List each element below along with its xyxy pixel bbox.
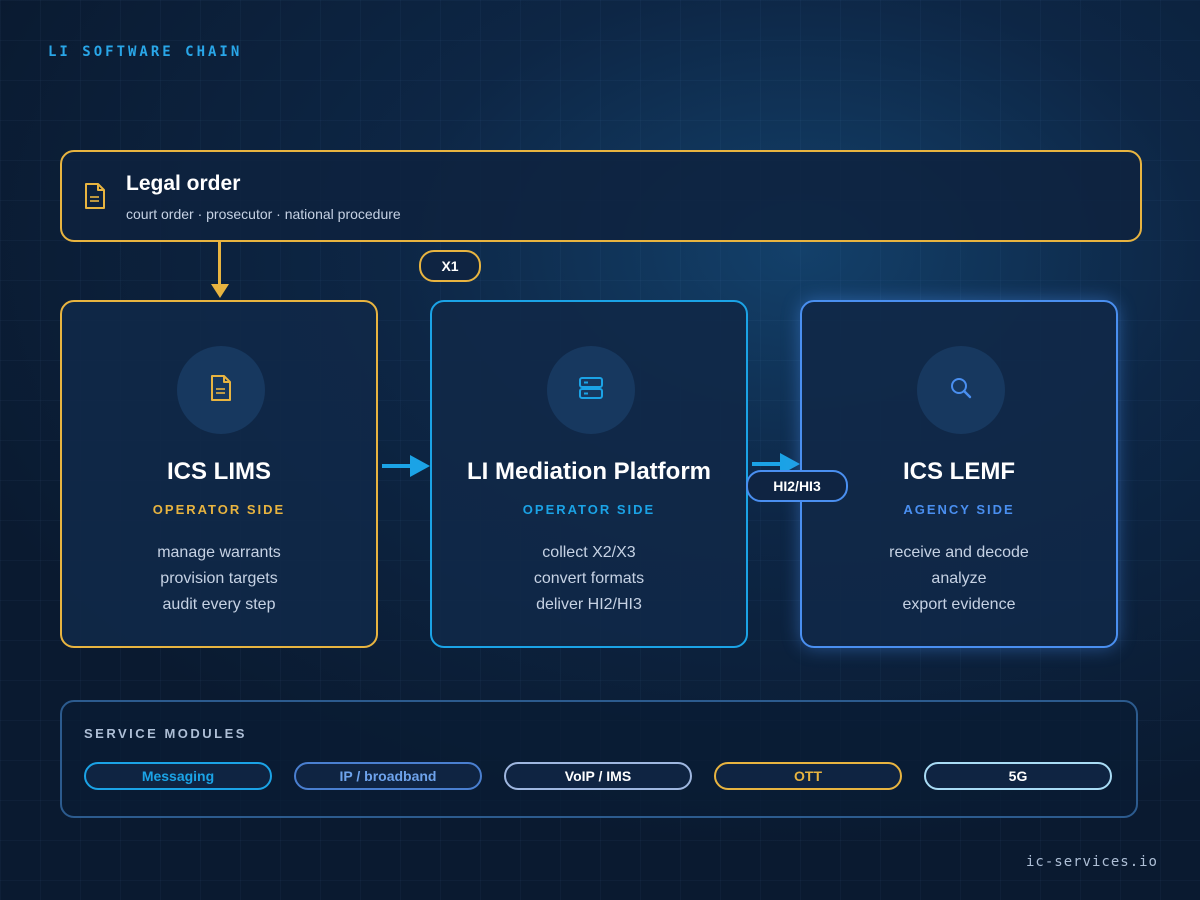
ics-lemf-icon-circle (917, 346, 1005, 434)
legal-order-title: Legal order (126, 172, 241, 195)
module-pill-ip-broadband: IP / broadband (294, 762, 482, 790)
ics-lemf-title: ICS LEMF (903, 458, 1015, 485)
document-icon (209, 373, 233, 408)
function-line: audit every step (162, 596, 276, 613)
lims-to-mediation-connector (382, 464, 412, 468)
ics-lims-card: ICS LIMS OPERATOR SIDE manage warrants p… (60, 300, 378, 648)
function-line: receive and decode (889, 544, 1029, 561)
right-arrow-icon (410, 455, 430, 477)
function-line: export evidence (902, 596, 1016, 613)
function-line: provision targets (160, 570, 278, 587)
ics-lims-title: ICS LIMS (166, 458, 271, 485)
ics-lemf-card: ICS LEMF AGENCY SIDE receive and decode … (800, 300, 1118, 648)
x1-interface-badge: X1 (419, 250, 481, 282)
mediation-to-lemf-connector (752, 462, 782, 466)
module-pill-messaging: Messaging (84, 762, 272, 790)
module-pill-ott: OTT (714, 762, 902, 790)
page-eyebrow: LI SOFTWARE CHAIN (48, 44, 243, 60)
document-icon (84, 182, 106, 210)
ics-lims-icon-circle (177, 346, 265, 434)
module-pill-5g: 5G (924, 762, 1112, 790)
module-pill-voip-ims: VoIP / IMS (504, 762, 692, 790)
legal-order-subtitle: court order · prosecutor · national proc… (126, 206, 401, 222)
ics-lemf-functions: receive and decode analyze export eviden… (802, 540, 1116, 618)
function-line: manage warrants (157, 544, 281, 561)
mediation-platform-title: LI Mediation Platform (466, 458, 711, 485)
search-icon (947, 374, 975, 407)
function-line: convert formats (533, 570, 645, 587)
service-modules-list: Messaging IP / broadband VoIP / IMS OTT … (84, 762, 1112, 790)
ics-lims-side-label: OPERATOR SIDE (152, 502, 286, 517)
function-line: deliver HI2/HI3 (536, 596, 642, 613)
mediation-side-label: OPERATOR SIDE (522, 502, 656, 517)
mediation-functions: collect X2/X3 convert formats deliver HI… (432, 540, 746, 618)
function-line: collect X2/X3 (542, 544, 636, 561)
ics-lemf-side-label: AGENCY SIDE (903, 502, 1015, 517)
hi2-hi3-interface-badge: HI2/HI3 (746, 470, 848, 502)
mediation-platform-card: LI Mediation Platform OPERATOR SIDE coll… (430, 300, 748, 648)
ics-lims-functions: manage warrants provision targets audit … (62, 540, 376, 618)
footer-site-link: ic-services.io (1025, 854, 1158, 870)
service-modules-title: SERVICE MODULES (84, 726, 247, 741)
mediation-icon-circle (547, 346, 635, 434)
service-modules-panel: SERVICE MODULES Messaging IP / broadband… (60, 700, 1138, 818)
legal-order-box: Legal order court order · prosecutor · n… (60, 150, 1142, 242)
down-arrow-icon (211, 284, 229, 298)
server-icon (577, 374, 605, 407)
legal-to-lims-connector (218, 240, 221, 286)
function-line: analyze (931, 570, 987, 587)
